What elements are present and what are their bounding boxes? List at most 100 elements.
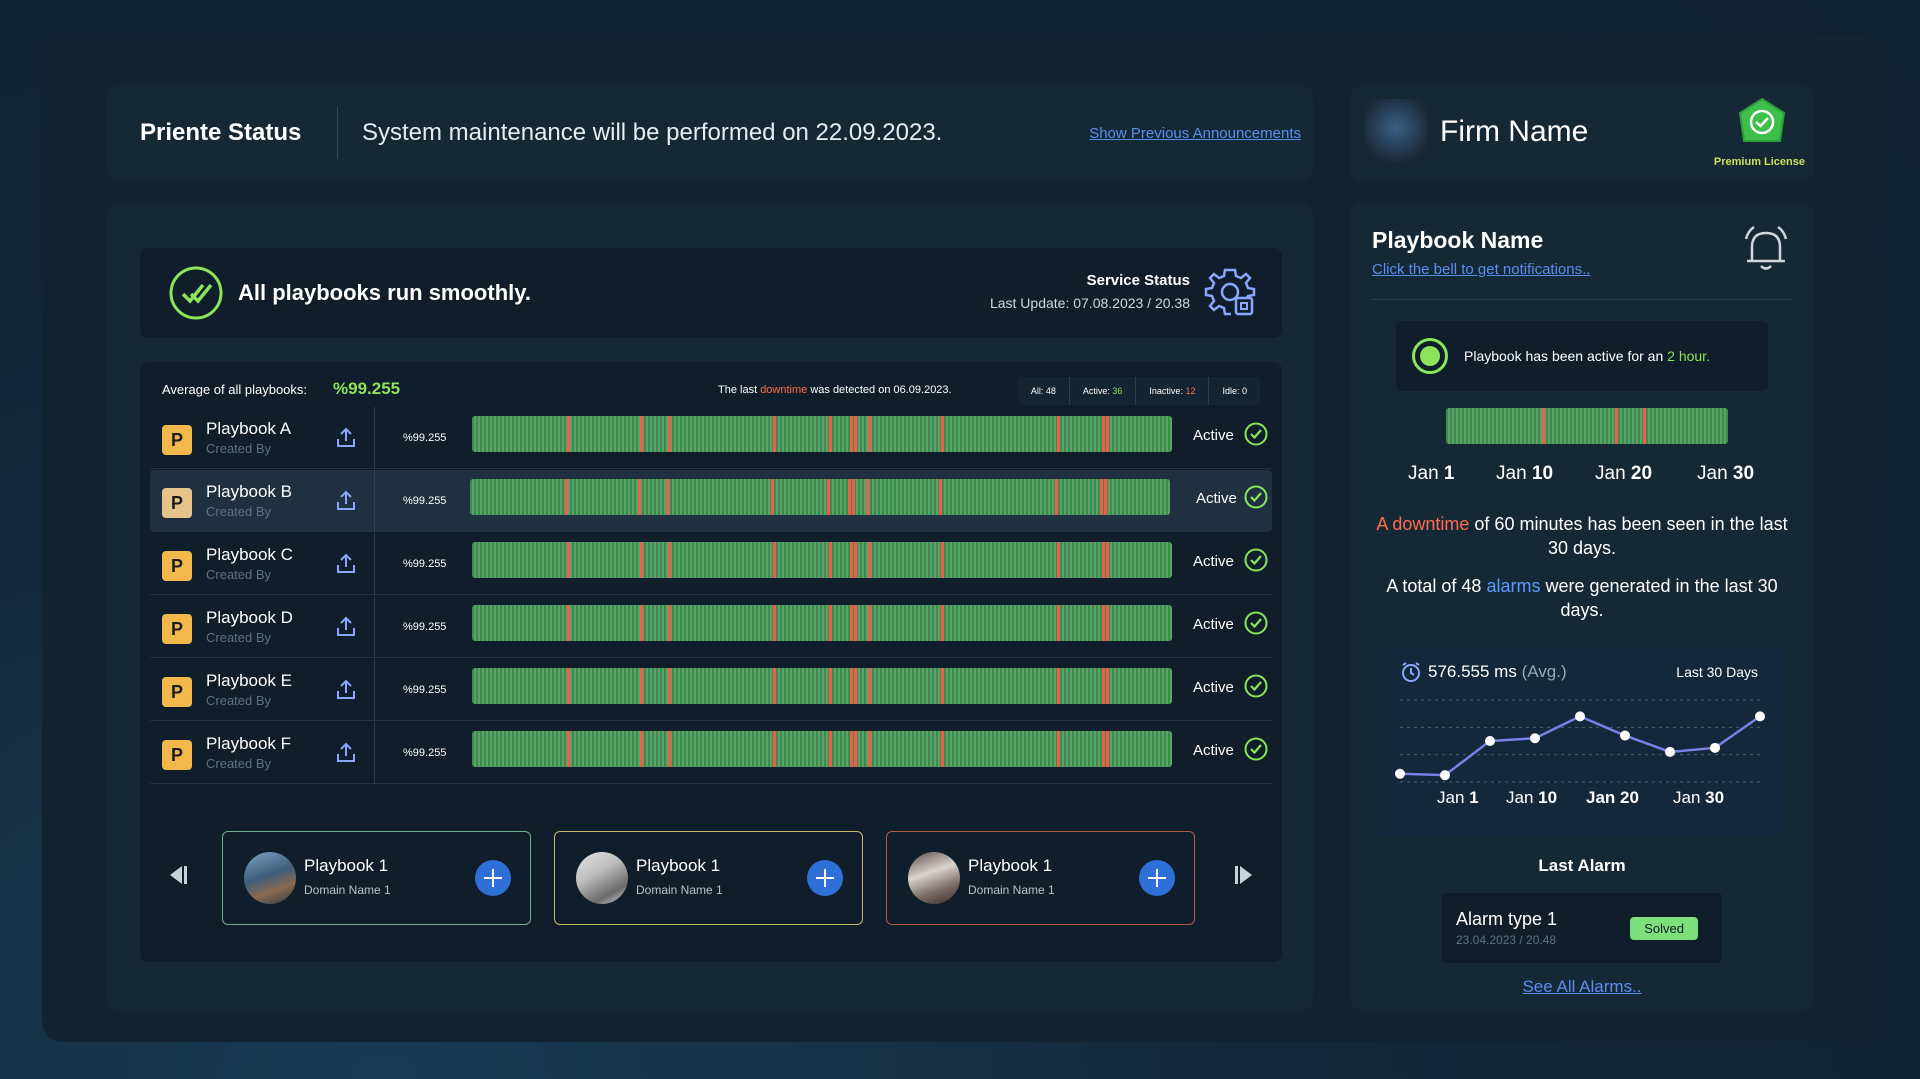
downtime-mark [1105,668,1109,704]
created-by: Created By [206,693,272,708]
downtime-mark [853,605,857,641]
count-idle[interactable]: Idle: 0 [1209,377,1260,405]
downtime-mark [668,542,671,578]
previous-announcements-link[interactable]: Show Previous Announcements [1089,125,1301,142]
downtime-mark [1105,542,1109,578]
data-point[interactable] [1440,770,1450,781]
uptime-percentage: %99.255 [403,684,447,696]
chart-tick-label: Jan 1 [1437,788,1479,807]
gear-icon[interactable] [1202,264,1258,320]
see-all-alarms-link[interactable]: See All Alarms.. [1372,977,1792,997]
previous-arrow-icon[interactable] [166,863,190,887]
data-point[interactable] [1710,742,1720,753]
firm-card: Firm Name Premium License [1350,85,1814,181]
playbook-counts: All: 48 Active: 36 Inactive: 12 Idle: 0 [1017,377,1260,405]
downtime-mark [566,605,570,641]
downtime-mark [773,731,776,767]
downtime-mark [771,479,774,515]
playbook-card-name: Playbook 1 [636,856,721,875]
playbook-letter-icon: P [162,614,192,644]
announcement-text: System maintenance will be performed on … [362,119,943,146]
downtime-mark [1643,408,1647,444]
upload-icon[interactable] [336,616,356,638]
downtime-mark [867,542,871,578]
downtime-mark [566,668,570,704]
playbook-card[interactable]: Playbook 1 Domain Name 1 [222,831,531,925]
uptime-percentage: %99.255 [403,432,447,444]
divider [337,107,338,159]
avatar [576,852,628,904]
table-row[interactable]: P Playbook E Created By %99.255 Active [150,659,1272,721]
table-row[interactable]: P Playbook B Created By %99.255 Active [150,470,1272,532]
divider [374,659,375,721]
check-circle-icon [1244,611,1268,635]
data-point[interactable] [1530,733,1540,744]
data-point[interactable] [1485,736,1495,746]
table-row[interactable]: P Playbook C Created By %99.255 Active [150,533,1272,595]
bell-icon[interactable] [1738,221,1794,277]
add-button[interactable] [807,860,843,896]
data-point[interactable] [1575,711,1585,722]
active-duration-text: Playbook has been active for an 2 hour. [1464,348,1710,364]
playbook-card[interactable]: Playbook 1 Domain Name 1 [886,831,1195,925]
downtime-mark [566,542,570,578]
playbook-name: Playbook F [206,734,292,753]
downtime-mark [773,542,776,578]
average-value: %99.255 [333,379,401,398]
upload-icon[interactable] [336,490,356,512]
downtime-mark [640,668,643,704]
table-row[interactable]: P Playbook A Created By %99.255 Active [150,407,1272,469]
downtime-mark [941,542,944,578]
created-by: Created By [206,441,272,456]
downtime-mark [941,731,944,767]
playbook-card[interactable]: Playbook 1 Domain Name 1 [554,831,863,925]
upload-icon[interactable] [336,553,356,575]
downtime-mark [851,479,855,515]
alarms-summary: A total of 48 alarms were generated in t… [1386,576,1778,620]
downtime-mark [1105,605,1109,641]
downtime-mark [853,731,857,767]
notification-link[interactable]: Click the bell to get notifications.. [1372,261,1590,278]
created-by: Created By [206,630,272,645]
upload-icon[interactable] [336,742,356,764]
add-button[interactable] [475,860,511,896]
upload-icon[interactable] [336,427,356,449]
count-all[interactable]: All: 48 [1018,377,1070,405]
uptime-percentage: %99.255 [403,558,447,570]
status-label: Active [1193,553,1234,570]
status-badge: Solved [1630,917,1698,940]
upload-icon[interactable] [336,679,356,701]
data-point[interactable] [1395,768,1405,779]
playbook-card-domain: Domain Name 1 [968,883,1055,897]
table-row[interactable]: P Playbook D Created By %99.255 Active [150,596,1272,658]
count-inactive[interactable]: Inactive: 12 [1136,377,1210,405]
playbook-card-name: Playbook 1 [968,856,1053,875]
active-indicator [1412,338,1448,374]
downtime-mark [1103,479,1107,515]
downtime-mark [1105,416,1109,452]
downtime-mark [829,605,832,641]
last-update: Last Update: 07.08.2023 / 20.38 [989,295,1190,311]
double-check-icon [169,266,223,320]
downtime-mark [640,542,643,578]
data-point[interactable] [1620,730,1630,741]
downtime-mark [668,416,671,452]
check-circle-icon [1244,485,1268,509]
count-active[interactable]: Active: 36 [1070,377,1137,405]
playbook-letter-icon: P [162,551,192,581]
last-alarm-title: Last Alarm [1538,856,1626,875]
downtime-mark [638,479,641,515]
next-arrow-icon[interactable] [1232,863,1256,887]
service-status-bar: All playbooks run smoothly. Service Stat… [140,248,1282,338]
last-alarm-card[interactable]: Alarm type 1 23.04.2023 / 20.48 Solved [1442,893,1722,963]
add-button[interactable] [1139,860,1175,896]
uptime-bar [470,479,1170,515]
divider [374,596,375,658]
data-point[interactable] [1665,746,1675,757]
downtime-mark [1615,408,1619,444]
table-row[interactable]: P Playbook F Created By %99.255 Active [150,722,1272,784]
firm-name: Firm Name [1440,115,1589,148]
alarm-type: Alarm type 1 [1456,909,1558,929]
data-point[interactable] [1755,711,1765,722]
created-by: Created By [206,756,272,771]
